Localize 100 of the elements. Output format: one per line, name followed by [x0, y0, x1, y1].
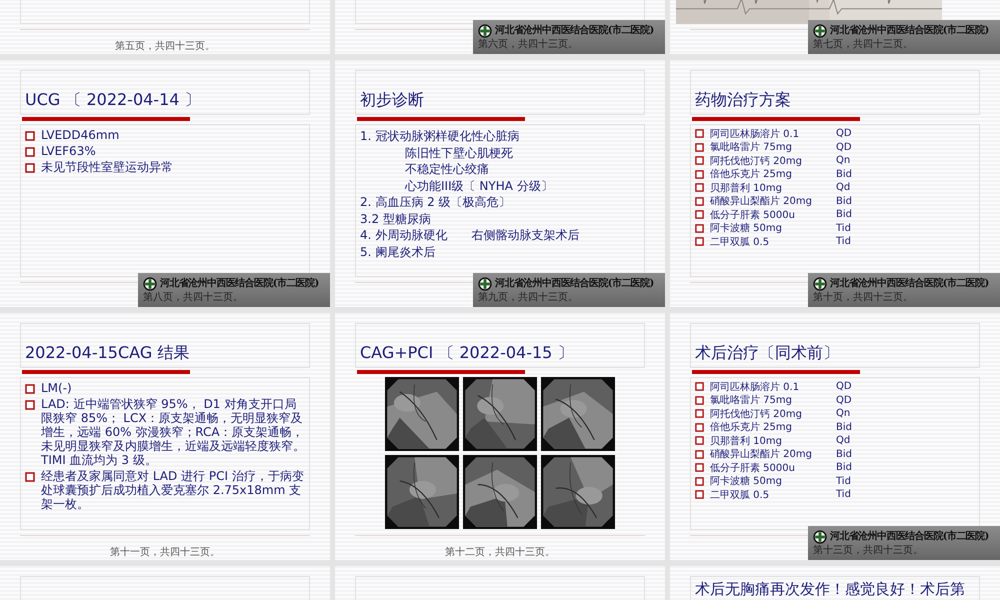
square-bullet-icon	[695, 463, 704, 472]
hospital-name: 河北省沧州中西医结合医院(市二医院)	[830, 529, 989, 544]
dosage-frequency: Tid	[836, 222, 851, 234]
square-bullet-icon	[695, 196, 704, 206]
list-item: 1. 冠状动脉粥样硬化性心脏病	[360, 128, 520, 144]
hospital-name: 河北省沧州中西医结合医院(市二医院)	[495, 276, 654, 291]
dosage-frequency: Tid	[836, 236, 851, 248]
drug-name: 阿司匹林肠溶片 0.1	[710, 380, 800, 394]
square-bullet-icon	[695, 210, 704, 220]
square-bullet-icon	[695, 224, 704, 233]
slide-thumbnail[interactable]: 初步诊断 1. 冠状动脉粥样硬化性心脏病 陈旧性下壁心肌梗死 不稳定性心绞痛 心功能III级〔 NYHA 分级〕 2. 高血压病 2 级〔极高危〕 3.2 型糖尿病 4. 外周动脉硬化 右侧髂动脉支架术后 5. 阑尾炎术后 河北省沧州中西医结合医院(市二医院) 第九页，共四十三页。	[335, 60, 665, 307]
dosage-frequency: Bid	[836, 448, 852, 460]
dosage-frequency: Qd	[836, 182, 850, 194]
square-bullet-icon	[695, 129, 704, 138]
drug-name: 氯吡咯雷片 75mg	[710, 394, 793, 408]
dosage-frequency: Bid	[836, 462, 852, 474]
hospital-name: 河北省沧州中西医结合医院(市二医院)	[160, 276, 319, 291]
slide-title: 术后无胸痛再次发作！感觉良好！术后第	[695, 580, 965, 599]
page-number: 第十一页，共四十三页。	[110, 547, 220, 559]
dosage-frequency: Bid	[836, 168, 852, 180]
drug-name: 二甲双胍 0.5	[710, 236, 770, 249]
square-bullet-icon	[25, 163, 35, 173]
square-bullet-icon	[695, 183, 704, 192]
dosage-frequency: Qn	[836, 408, 850, 420]
slide-title: UCG 〔 2022-04-14 〕	[25, 90, 201, 111]
dosage-frequency: QD	[836, 128, 852, 140]
slide-thumbnail[interactable]: 河北省沧州中西医结合医院(市二医院) 第六页，共四十三页。	[335, 0, 665, 54]
bullet-text: LVEF63%	[41, 144, 96, 158]
drug-name: 氯吡咯雷片 75mg	[710, 140, 793, 154]
square-bullet-icon	[695, 436, 704, 446]
slide-thumbnail[interactable]: 药物治疗方案 阿司匹林肠溶片 0.1 QD 氯吡咯雷片 75mg QD 阿托伐他汀钙 20mg Qn 倍他乐克片 25mg Bid 贝那普利 10mg Qd 硝酸异山梨酯片 20mg Bid 低分子肝素 5000u Bid 阿卡波糖 50mg Tid 二甲双胍 0.5 Tid 河北省沧州中西医结合医院(市二医院) 第十页，共四十三页。	[670, 60, 1000, 307]
square-bullet-icon	[695, 476, 704, 486]
drug-name: 贝那普利 10mg	[710, 182, 783, 195]
list-item: 3.2 型糖尿病	[360, 210, 432, 227]
bullet-text: LVEDD46mm	[41, 128, 120, 142]
square-bullet-icon	[695, 170, 704, 179]
drug-name: 阿托伐他汀钙 20mg	[710, 408, 803, 421]
emblem-icon	[813, 276, 827, 290]
square-bullet-icon	[25, 472, 35, 482]
list-item: 4. 外周动脉硬化 右侧髂动脉支架术后	[360, 227, 580, 244]
dosage-frequency: Qn	[836, 155, 850, 166]
dosage-frequency: QD	[836, 381, 852, 392]
dosage-frequency: Bid	[836, 209, 852, 220]
drug-name: 阿卡波糖 50mg	[710, 222, 783, 236]
slide-thumbnail[interactable]: 河北省沧州中西医结合医院(市二医院) 第七页，共四十三页。	[670, 0, 1000, 54]
slide-thumbnail[interactable]: 术后无胸痛再次发作！感觉良好！术后第	[670, 566, 1000, 600]
drug-name: 阿司匹林肠溶片 0.1	[710, 128, 800, 141]
page-number: 第十二页，共四十三页。	[445, 547, 555, 559]
emblem-icon	[478, 276, 492, 290]
slide-thumbnail[interactable]: 术后治疗〔同术前〕 阿司匹林肠溶片 0.1 QD 氯吡咯雷片 75mg QD 阿托伐他汀钙 20mg Qn 倍他乐克片 25mg Bid 贝那普利 10mg Qd 硝酸异山梨酯片 20mg Bid 低分子肝素 5000u Bid 阿卡波糖 50mg Tid 二甲双胍 0.5 Tid 河北省沧州中西医结合医院(市二医院) 第十三页，共四十三页。	[670, 313, 1000, 560]
slide-thumbnail[interactable]: CAG+PCI 〔 2022-04-15 〕 第十二页，共四十三页。	[335, 313, 665, 560]
dosage-frequency: Qd	[836, 435, 850, 446]
page-number: 第七页，共四十三页。	[813, 39, 914, 51]
drug-name: 硝酸异山梨酯片 20mg	[710, 194, 813, 208]
list-item: 2. 高血压病 2 级〔极高危〕	[360, 194, 512, 210]
square-bullet-icon	[695, 490, 704, 500]
drug-name: 硝酸异山梨酯片 20mg	[710, 448, 813, 462]
drug-name: 贝那普利 10mg	[710, 434, 783, 448]
emblem-icon	[478, 24, 492, 38]
drug-name: 倍他乐克片 25mg	[710, 420, 793, 434]
emblem-icon	[813, 24, 827, 38]
square-bullet-icon	[695, 396, 704, 405]
square-bullet-icon	[695, 142, 704, 152]
slide-thumbnail[interactable]: 第五页，共四十三页。	[0, 0, 330, 54]
dosage-frequency: Tid	[836, 476, 851, 487]
dosage-frequency: QD	[836, 142, 852, 153]
drug-name: 低分子肝素 5000u	[710, 462, 796, 475]
list-item: 陈旧性下壁心肌梗死	[404, 144, 514, 161]
slide-title: 初步诊断	[360, 90, 424, 111]
bullet-text: LAD: 近中端管状狭窄 95%， D1 对角支开口局限狭窄 85%； LCX：原支架通畅，无明显狭窄及增生，远端 60% 弥漫狭窄；RCA：原支架通畅，未见明显狭窄及内膜增生，近端及远端轻度狭窄。 TIMI 血流均为 3 级。	[41, 397, 305, 467]
slide-thumbnail[interactable]: UCG 〔 2022-04-14 〕 LVEDD46mm LVEF63% 未见节段性室壁运动异常 河北省沧州中西医结合医院(市二医院) 第八页，共四十三页。	[0, 60, 330, 307]
emblem-icon	[813, 530, 827, 544]
square-bullet-icon	[695, 156, 704, 166]
slide-thumbnail[interactable]	[0, 313, 330, 560]
dosage-frequency: Tid	[836, 489, 851, 500]
page-number: 第六页，共四十三页。	[478, 39, 579, 51]
square-bullet-icon	[25, 131, 35, 141]
square-bullet-icon	[695, 237, 704, 246]
dosage-frequency: Bid	[836, 196, 852, 207]
drug-name: 倍他乐克片 25mg	[710, 168, 793, 182]
list-item: 5. 阑尾炎术后	[360, 244, 436, 260]
square-bullet-icon	[695, 382, 704, 392]
drug-name: 阿托伐他汀钙 20mg	[710, 154, 803, 168]
hospital-name: 河北省沧州中西医结合医院(市二医院)	[495, 23, 654, 38]
hospital-name: 河北省沧州中西医结合医院(市二医院)	[830, 276, 989, 291]
dosage-frequency: QD	[836, 394, 852, 406]
bullet-text: 经患者及家属同意对 LAD 进行 PCI 治疗，于病变处球囊预扩后成功植入爱克塞尔 2.75x18mm 支架一枚。	[41, 469, 305, 511]
square-bullet-icon	[25, 147, 35, 157]
slide-title: 2022-04-15CAG 结果	[25, 343, 190, 364]
bullet-text: 未见节段性室壁运动异常	[41, 160, 173, 174]
page-number: 第九页，共四十三页。	[478, 292, 579, 304]
slide-title: 术后治疗〔同术前〕	[695, 343, 839, 364]
page-number: 第五页，共四十三页。	[115, 41, 215, 53]
slide-title: CAG+PCI 〔 2022-04-15 〕	[360, 343, 574, 364]
emblem-icon	[143, 276, 157, 290]
square-bullet-icon	[695, 409, 704, 418]
page-number: 第八页，共四十三页。	[143, 292, 244, 304]
drug-name: 低分子肝素 5000u	[710, 208, 796, 222]
drug-name: 阿卡波糖 50mg	[710, 474, 783, 488]
list-item: 心功能III级〔 NYHA 分级〕	[404, 178, 554, 194]
